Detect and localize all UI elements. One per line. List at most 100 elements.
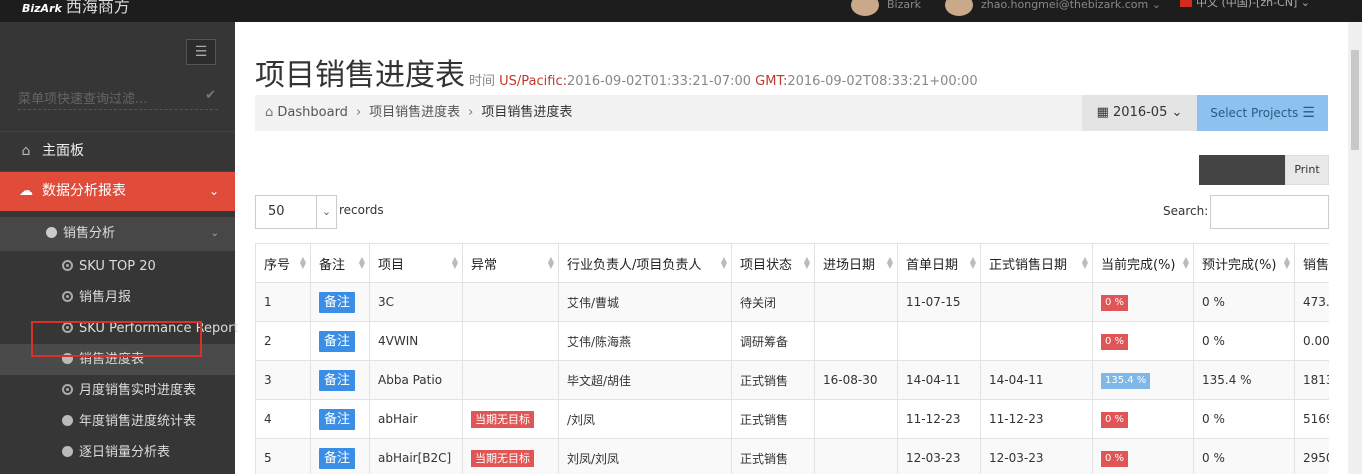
sort-icon: ▲ ▼ xyxy=(547,255,554,270)
table-cell: 备注 xyxy=(310,282,370,322)
table-row[interactable]: 3 备注 Abba Patio 毕文超/胡佳 正式销售 16-08-30 14-04-11 1… xyxy=(255,360,1329,400)
anomaly-badge: 当期无目标 xyxy=(471,410,534,428)
table-cell: 0 % xyxy=(1193,282,1295,322)
main-content: 项目销售进度表 时间 US/Pacific:2016-09-02T01:33:21… xyxy=(235,22,1348,474)
column-header[interactable]: 备注 ▲ ▼ xyxy=(310,243,370,283)
table-cell: 调研筹备 xyxy=(731,321,815,361)
table-cell xyxy=(814,438,898,474)
month-picker-button[interactable]: ▦ 2016-05 ⌄ xyxy=(1082,95,1197,131)
logo-brand: BizArk xyxy=(22,2,62,15)
sidebar-group-sales-analysis[interactable]: 销售分析 ⌄ xyxy=(0,217,235,251)
table-row[interactable]: 4 备注 abHair 当期无目标/刘凤 正式销售 11-12-23 11-12-23 0 %… xyxy=(255,399,1329,439)
table-cell: 14-04-11 xyxy=(980,360,1093,400)
sort-icon: ▲ ▼ xyxy=(451,255,458,270)
column-header[interactable]: 行业负责人/项目负责人 ▲ ▼ xyxy=(558,243,732,283)
radio-bullet-icon xyxy=(62,384,73,395)
column-header-label: 行业负责人/项目负责人 xyxy=(567,257,702,273)
table-cell: 0.00 xyxy=(1294,321,1329,361)
timezone-label: US/Pacific: xyxy=(499,74,567,89)
sidebar-item-reports[interactable]: ☁ 数据分析报表 ⌄ xyxy=(0,172,235,211)
table-cell: 备注 xyxy=(310,360,370,400)
scrollbar-thumb[interactable] xyxy=(1351,50,1359,150)
column-header[interactable]: 首单日期 ▲ ▼ xyxy=(897,243,981,283)
sidebar-item-monthly-sales[interactable]: 销售月报 xyxy=(0,282,235,313)
column-header[interactable]: 进场日期 ▲ ▼ xyxy=(814,243,898,283)
sidebar-item-annual-progress[interactable]: 年度销售进度统计表 xyxy=(0,406,235,437)
brand-logo[interactable]: BizArk 西海商方 xyxy=(22,0,130,16)
scrollbar[interactable] xyxy=(1348,22,1362,474)
filled-bullet-icon xyxy=(62,415,73,426)
sidebar-item-label: 月度销售实时进度表 xyxy=(79,383,197,398)
column-header[interactable]: 预计完成(%) ▲ ▼ xyxy=(1193,243,1295,283)
logo-text: 西海商方 xyxy=(65,0,130,16)
chevron-down-icon: ⌄ xyxy=(316,196,336,228)
data-table-container: 序号 ▲ ▼ 备注 ▲ ▼ 项目 ▲ ▼ 异常 ▲ ▼ 行业负责人/项目负责人 ▲ ▼ 项目状态 ▲ ▼ 进场日期 ▲… xyxy=(255,243,1329,474)
table-cell xyxy=(462,282,559,322)
sidebar-group-label: 销售分析 xyxy=(63,226,116,241)
sidebar-item-label: 销售月报 xyxy=(79,290,132,305)
table-body: 1备注3C艾伟/曹城待关闭11-07-150 %0 %473.52备注4VWIN… xyxy=(255,282,1329,474)
table-cell: 11-12-23 xyxy=(897,399,981,439)
menu-filter-input[interactable]: 菜单项快速查询过滤... ✔ xyxy=(18,88,218,110)
language-label: 中文 (中国)-[zh-CN] xyxy=(1196,0,1298,9)
table-cell: 135.4 % xyxy=(1193,360,1295,400)
note-button[interactable]: 备注 xyxy=(319,447,356,469)
column-header[interactable]: 项目状态 ▲ ▼ xyxy=(731,243,815,283)
language-menu[interactable]: 中文 (中国)-[zh-CN] ⌄ xyxy=(1180,0,1310,10)
completion-badge: 0 % xyxy=(1101,333,1129,350)
menu-toggle-button[interactable]: ☰ xyxy=(186,39,216,65)
sidebar-item-monthly-realtime[interactable]: 月度销售实时进度表 xyxy=(0,375,235,406)
table-cell: 备注 xyxy=(310,321,370,361)
column-header[interactable]: 销售 xyxy=(1294,243,1329,283)
table-cell: 5 xyxy=(255,438,311,474)
table-cell: 3C xyxy=(369,282,463,322)
table-cell: 正式销售 xyxy=(731,399,815,439)
page-title-text: 项目销售进度表 xyxy=(255,58,465,93)
sort-icon: ▲ ▼ xyxy=(969,255,976,270)
table-row[interactable]: 1备注3C艾伟/曹城待关闭11-07-150 %0 %473.5 xyxy=(255,282,1329,322)
print-button[interactable]: Print xyxy=(1285,155,1329,185)
check-icon[interactable]: ✔ xyxy=(205,88,216,103)
column-header-label: 备注 xyxy=(319,257,346,273)
column-header[interactable]: 异常 ▲ ▼ xyxy=(462,243,559,283)
sidebar-item-label: 主面板 xyxy=(42,143,84,159)
page-length-select[interactable]: 50 ⌄ xyxy=(255,195,337,229)
account-menu[interactable]: Bizark xyxy=(851,0,921,16)
note-button[interactable]: 备注 xyxy=(319,369,356,391)
note-button[interactable]: 备注 xyxy=(319,291,356,313)
column-header[interactable]: 正式销售日期 ▲ ▼ xyxy=(980,243,1093,283)
search-input[interactable] xyxy=(1210,195,1329,229)
column-header-label: 预计完成(%) xyxy=(1202,257,1277,273)
user-menu[interactable]: zhao.hongmei@thebizark.com ⌄ xyxy=(945,0,1161,16)
column-header[interactable]: 当前完成(%) ▲ ▼ xyxy=(1092,243,1194,283)
sort-icon: ▲ ▼ xyxy=(803,255,810,270)
sidebar-item-label: SKU TOP 20 xyxy=(79,259,156,274)
breadcrumb-link-report[interactable]: 项目销售进度表 xyxy=(369,105,460,120)
column-header[interactable]: 项目 ▲ ▼ xyxy=(369,243,463,283)
sidebar-item-dashboard[interactable]: ⌂ 主面板 xyxy=(0,132,235,171)
note-button[interactable]: 备注 xyxy=(319,330,356,352)
breadcrumb-link-dashboard[interactable]: Dashboard xyxy=(277,105,348,120)
page-length-value: 50 xyxy=(268,204,285,219)
column-header[interactable]: 序号 ▲ ▼ xyxy=(255,243,311,283)
select-projects-button[interactable]: Select Projects ☰ xyxy=(1197,95,1328,131)
column-header-label: 项目 xyxy=(378,257,405,273)
user-email: zhao.hongmei@thebizark.com xyxy=(981,0,1149,11)
table-cell: 备注 xyxy=(310,438,370,474)
table-cell: 0 % xyxy=(1092,438,1194,474)
sidebar-item-daily-sales[interactable]: 逐日销量分析表 xyxy=(0,437,235,468)
table-cell: /刘凤 xyxy=(558,399,732,439)
export-button[interactable] xyxy=(1199,155,1285,185)
table-cell xyxy=(897,321,981,361)
sort-icon: ▲ ▼ xyxy=(1283,255,1290,270)
sidebar-item-sku-top20[interactable]: SKU TOP 20 xyxy=(0,251,235,282)
table-row[interactable]: 5 备注 abHair[B2C] 当期无目标 刘凤/刘凤 正式销售 12-03-23 12-0… xyxy=(255,438,1329,474)
note-button[interactable]: 备注 xyxy=(319,408,356,430)
sidebar: ☰ 菜单项快速查询过滤... ✔ ⌂ 主面板 ☁ 数据分析报表 ⌄ 销售分析 ⌄ S… xyxy=(0,22,239,474)
table-row[interactable]: 2 备注 4VWIN 艾伟/陈海燕 调研筹备 0 % 0 % 0.00 xyxy=(255,321,1329,361)
sort-icon: ▲ ▼ xyxy=(886,255,893,270)
column-header-label: 销售 xyxy=(1303,257,1329,273)
column-header-label: 异常 xyxy=(471,257,498,273)
column-header-label: 进场日期 xyxy=(823,257,876,273)
table-cell xyxy=(814,399,898,439)
